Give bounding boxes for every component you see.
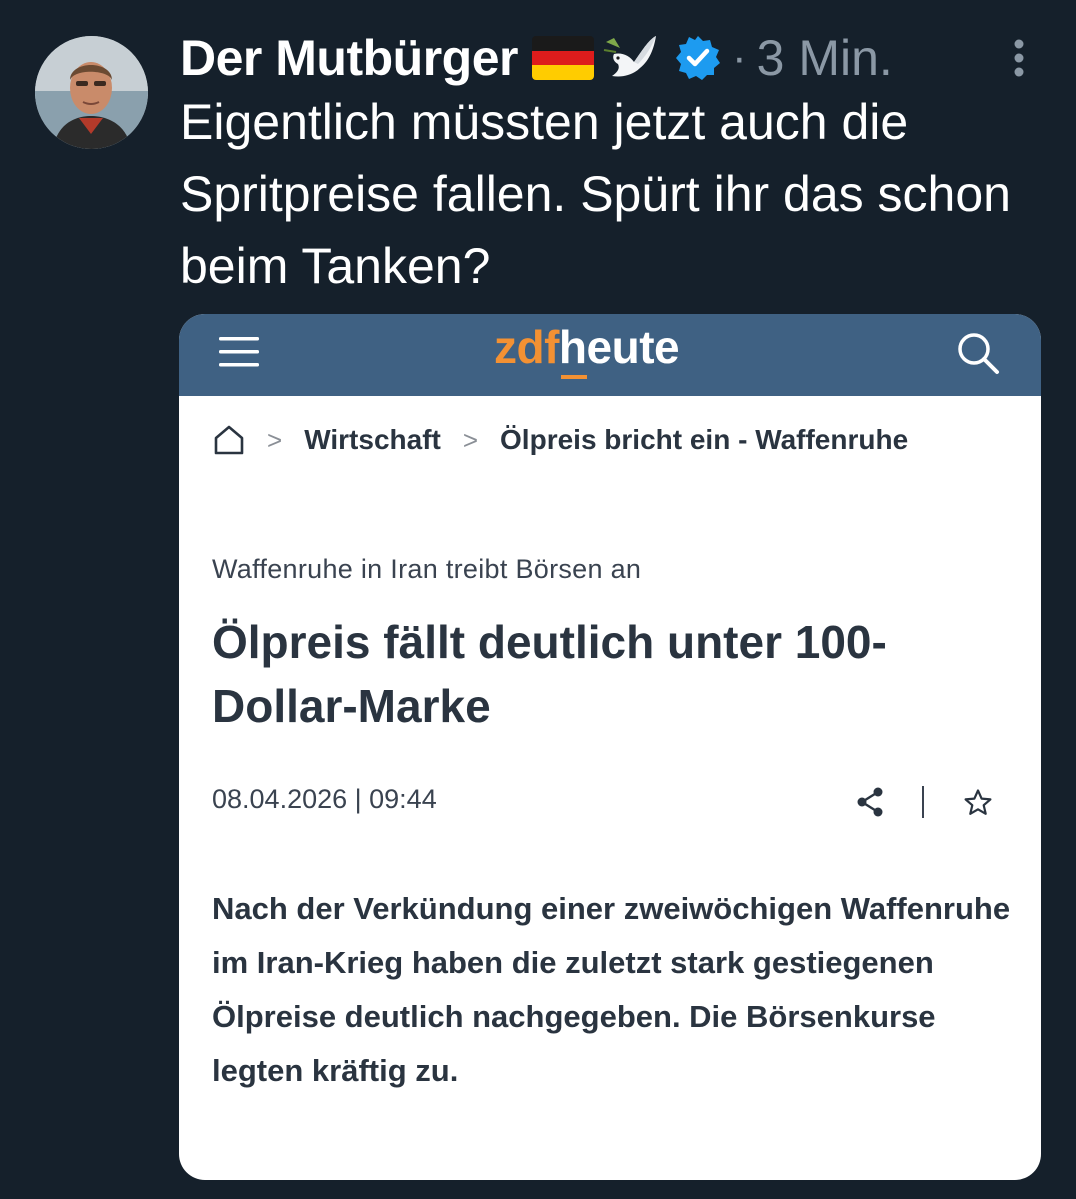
post-timestamp[interactable]: 3 Min.	[757, 29, 893, 87]
more-icon	[1014, 39, 1024, 77]
star-bookmark-icon[interactable]	[963, 788, 993, 818]
logo-heute: heute	[558, 321, 680, 379]
article-headline: Ölpreis fällt deutlich unter 100-Dollar-…	[212, 616, 887, 732]
dove-emoji	[600, 32, 660, 84]
breadcrumb-separator: >	[462, 424, 479, 455]
zdfheute-logo[interactable]: zdfheute	[494, 320, 680, 379]
tweet-header: Der Mutbürger · 3 Min.	[180, 28, 893, 88]
home-icon[interactable]	[213, 424, 245, 456]
breadcrumb-separator: >	[267, 424, 283, 455]
share-icon[interactable]	[855, 786, 885, 818]
avatar[interactable]	[35, 36, 148, 149]
logo-underline	[560, 375, 587, 379]
hamburger-menu-icon[interactable]	[219, 334, 259, 370]
breadcrumb-current-page: Ölpreis bricht ein - Waffenruhe	[500, 424, 909, 455]
breadcrumb-section-link[interactable]: Wirtschaft	[304, 424, 441, 456]
article-screenshot-card[interactable]: zdfheute > Wirtschaft > Ölpreis bricht e…	[179, 314, 1041, 1180]
germany-flag-emoji	[531, 36, 594, 80]
tweet-text: Eigentlich müssten jetzt auch die Spritp…	[180, 94, 1011, 294]
more-options-button[interactable]	[1004, 38, 1034, 80]
verified-badge-icon	[674, 34, 722, 82]
tweet: Der Mutbürger · 3 Min. Eigentlich müsste…	[0, 0, 1076, 1199]
article-kicker: Waffenruhe in Iran treibt Börsen an	[212, 554, 642, 584]
search-icon[interactable]	[955, 330, 1001, 376]
zdf-header-bar: zdfheute	[179, 314, 1041, 396]
author-name[interactable]: Der Mutbürger	[180, 29, 518, 87]
article-lead: Nach der Verkündung einer zweiwöchigen W…	[212, 891, 1011, 1088]
breadcrumb-fade	[981, 420, 1041, 460]
logo-heute-text: heute	[558, 321, 680, 373]
article-date: 08.04.2026 | 09:44	[212, 784, 437, 814]
avatar-photo	[35, 36, 148, 149]
breadcrumb: > Wirtschaft > Ölpreis bricht ein - Waff…	[213, 420, 1041, 460]
logo-zdf: zdf	[494, 321, 559, 373]
meta-divider	[922, 786, 924, 818]
separator-dot: ·	[731, 33, 747, 82]
